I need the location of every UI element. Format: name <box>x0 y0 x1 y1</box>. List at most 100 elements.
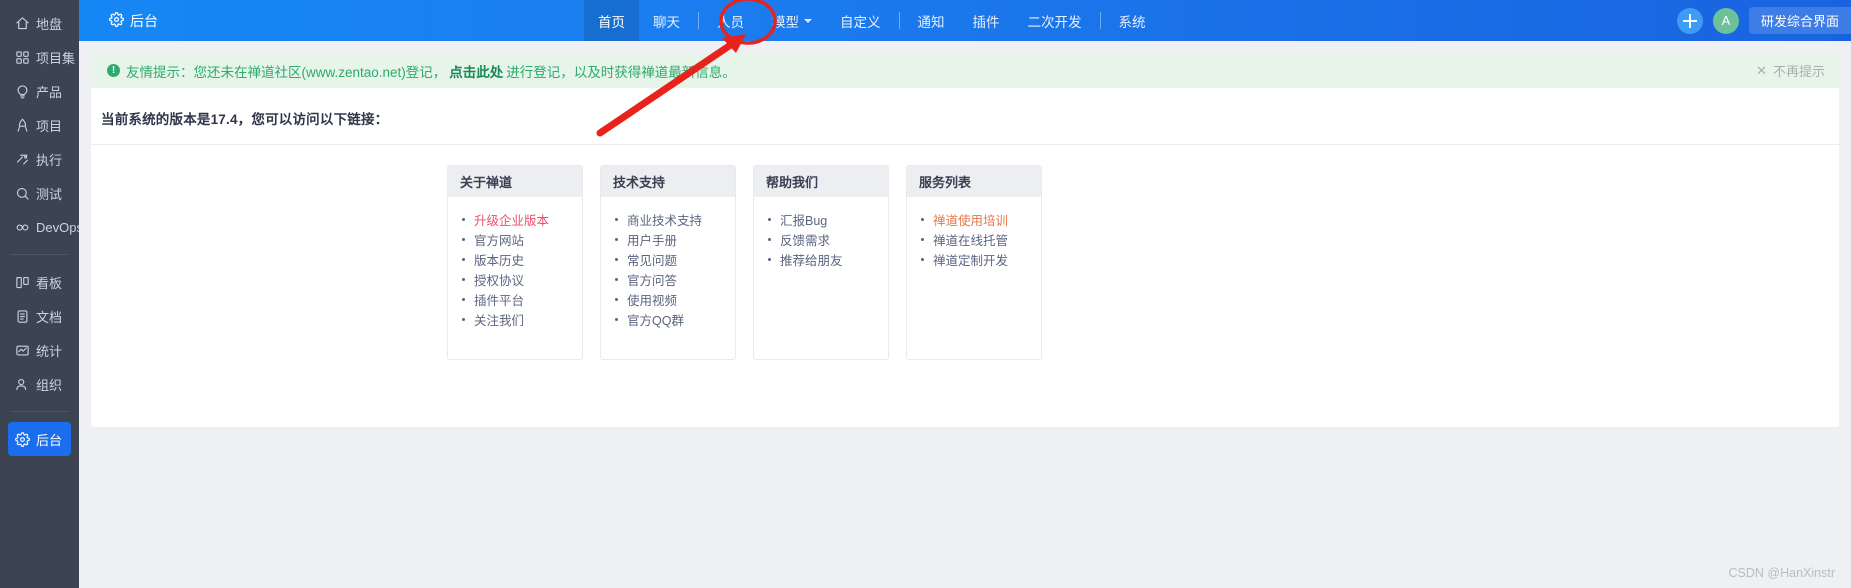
link-card-item[interactable]: 官方网站 <box>448 229 582 249</box>
workspace-label: 研发综合界面 <box>1760 14 1839 29</box>
nav-item-聊天[interactable]: 聊天 <box>639 0 694 41</box>
registration-notice-banner: ! 友情提示：您还未在禅道社区(www.zentao.net)登记， 点击此处 … <box>91 53 1839 88</box>
bullet-icon <box>615 237 618 241</box>
link-card-item[interactable]: 版本历史 <box>448 249 582 269</box>
workspace-switcher[interactable]: 研发综合界面 <box>1748 7 1851 34</box>
plus-icon-v <box>1688 13 1691 28</box>
sidebar-item-label: 文档 <box>36 309 63 325</box>
sidebar-item-label: 项目集 <box>36 50 76 66</box>
link-card-item-label: 禅道使用培训 <box>933 213 1009 228</box>
link-card-body: 升级企业版本 官方网站版本历史授权协议 插件平台关注我们 <box>448 197 582 359</box>
sidebar-item-DevOps[interactable]: DevOps <box>8 210 83 244</box>
link-card-item-label: 官方网站 <box>474 233 525 248</box>
link-card-item-label: 反馈需求 <box>780 233 831 248</box>
link-card-item[interactable]: 插件平台 <box>448 289 582 309</box>
link-card-item[interactable]: 商业技术支持 <box>601 209 735 229</box>
bullet-icon <box>768 217 771 221</box>
nav-item-label: 二次开发 <box>1027 14 1082 30</box>
nav-item-label: 聊天 <box>653 14 680 30</box>
link-card-title: 关于禅道 <box>448 166 582 197</box>
avatar[interactable]: A <box>1712 7 1739 34</box>
sidebar-item-项目集[interactable]: 项目集 <box>8 40 75 74</box>
link-card-item[interactable]: 汇报Bug <box>754 209 888 229</box>
bullet-icon <box>462 317 465 321</box>
link-card-item-label: 汇报Bug <box>780 213 828 228</box>
nav-item-label: 自定义 <box>840 14 881 30</box>
link-card-item-label: 版本历史 <box>474 253 525 268</box>
sidebar-item-label: 执行 <box>36 152 63 168</box>
sidebar-item-label: 项目 <box>36 118 63 134</box>
sidebar-item-后台[interactable]: 后台 <box>8 422 71 456</box>
link-card-item[interactable]: 常见问题 <box>601 249 735 269</box>
sidebar-item-产品[interactable]: 产品 <box>8 74 71 108</box>
bullet-icon <box>615 277 618 281</box>
link-card-title: 服务列表 <box>907 166 1041 197</box>
link-card-item[interactable]: 官方问答 <box>601 269 735 289</box>
nav-item-模型[interactable]: 模型 <box>758 0 826 41</box>
sidebar-item-统计[interactable]: 统计 <box>8 333 71 367</box>
link-card-item-label: 禅道在线托管 <box>933 233 1009 248</box>
link-card-title: 帮助我们 <box>754 166 888 197</box>
link-card-item[interactable]: 禅道使用培训 <box>907 209 1041 229</box>
sidebar-item-label: 看板 <box>36 275 63 291</box>
dismiss-notice-button[interactable]: ✕ 不再提示 <box>1756 53 1825 88</box>
sidebar-item-文档[interactable]: 文档 <box>8 299 71 333</box>
link-cards: 关于禅道 升级企业版本 官方网站 版本历史 授权协议 插件平台 关注我们 技术支持 商业技术支持… <box>91 145 1839 360</box>
link-card-item[interactable]: 使用视频 <box>601 289 735 309</box>
link-card-item[interactable]: 关注我们 <box>448 309 582 329</box>
sidebar-item-label: DevOps <box>36 219 83 235</box>
nav-item-label: 首页 <box>598 14 625 30</box>
notice-link[interactable]: 点击此处 <box>449 61 503 81</box>
content-area: ! 友情提示：您还未在禅道社区(www.zentao.net)登记， 点击此处 … <box>79 41 1851 588</box>
sidebar-item-label: 后台 <box>36 432 63 448</box>
sidebar-item-项目[interactable]: 项目 <box>8 108 71 142</box>
bullet-icon <box>462 217 465 221</box>
link-card-item-label: 禅道定制开发 <box>933 253 1009 268</box>
sidebar-item-地盘[interactable]: 地盘 <box>8 6 71 40</box>
link-card: 服务列表禅道使用培训 禅道在线托管 禅道定制开发 <box>906 165 1042 360</box>
nav-item-自定义[interactable]: 自定义 <box>826 0 895 41</box>
link-card-item[interactable]: 禅道定制开发 <box>907 249 1041 269</box>
bullet-icon <box>615 257 618 261</box>
top-right-actions: A 研发综合界面 <box>1676 0 1851 41</box>
link-card-item[interactable]: 升级企业版本 <box>448 209 582 229</box>
link-card-item[interactable]: 推荐给朋友 <box>754 249 888 269</box>
nav-item-人员[interactable]: 人员 <box>703 0 758 41</box>
sidebar-item-测试[interactable]: 测试 <box>8 176 71 210</box>
sidebar-item-label: 地盘 <box>36 16 63 32</box>
sidebar-item-label: 测试 <box>36 186 63 202</box>
link-card-item[interactable]: 禅道在线托管 <box>907 229 1041 249</box>
link-card-item-label: 升级企业版本 <box>474 213 550 228</box>
lightbulb-icon <box>14 83 30 99</box>
sidebar-divider-2 <box>10 411 69 412</box>
sidebar-item-组织[interactable]: 组织 <box>8 367 71 401</box>
link-card: 技术支持 商业技术支持 用户手册 常见问题 官方问答 使用视频 官方QQ群 <box>600 165 736 360</box>
brand-logo[interactable]: 后台 <box>79 0 176 41</box>
nav-item-首页[interactable]: 首页 <box>584 0 639 41</box>
nav-item-插件[interactable]: 插件 <box>959 0 1014 41</box>
nav-item-二次开发[interactable]: 二次开发 <box>1014 0 1096 41</box>
link-card-item-label: 关注我们 <box>474 313 525 328</box>
nav-item-通知[interactable]: 通知 <box>904 0 959 41</box>
top-navigation-bar: 后台 首页 聊天 人员 模型 自定义 通知 插件 二次开发 系统 A 研发综合界面 <box>79 0 1851 41</box>
link-card-item[interactable]: 用户手册 <box>601 229 735 249</box>
sidebar-item-执行[interactable]: 执行 <box>8 142 71 176</box>
bullet-icon <box>462 277 465 281</box>
chart-icon <box>14 342 30 358</box>
sidebar-item-label: 统计 <box>36 343 63 359</box>
sidebar-item-label: 组织 <box>36 377 63 393</box>
nav-item-系统[interactable]: 系统 <box>1105 0 1160 41</box>
link-card-item[interactable]: 官方QQ群 <box>601 309 735 329</box>
sidebar-item-看板[interactable]: 看板 <box>8 265 71 299</box>
sidebar-divider <box>10 254 69 255</box>
link-card-item[interactable]: 授权协议 <box>448 269 582 289</box>
version-text: 当前系统的版本是17.4，您可以访问以下链接： <box>101 112 389 127</box>
link-card-item-label: 推荐给朋友 <box>780 253 843 268</box>
gear-icon <box>14 431 30 447</box>
link-card-item-label: 常见问题 <box>627 253 678 268</box>
link-card-item-label: 授权协议 <box>474 273 525 288</box>
nav-item-label: 模型 <box>772 14 799 30</box>
add-button[interactable] <box>1676 7 1703 34</box>
link-card-item[interactable]: 反馈需求 <box>754 229 888 249</box>
bullet-icon <box>615 297 618 301</box>
